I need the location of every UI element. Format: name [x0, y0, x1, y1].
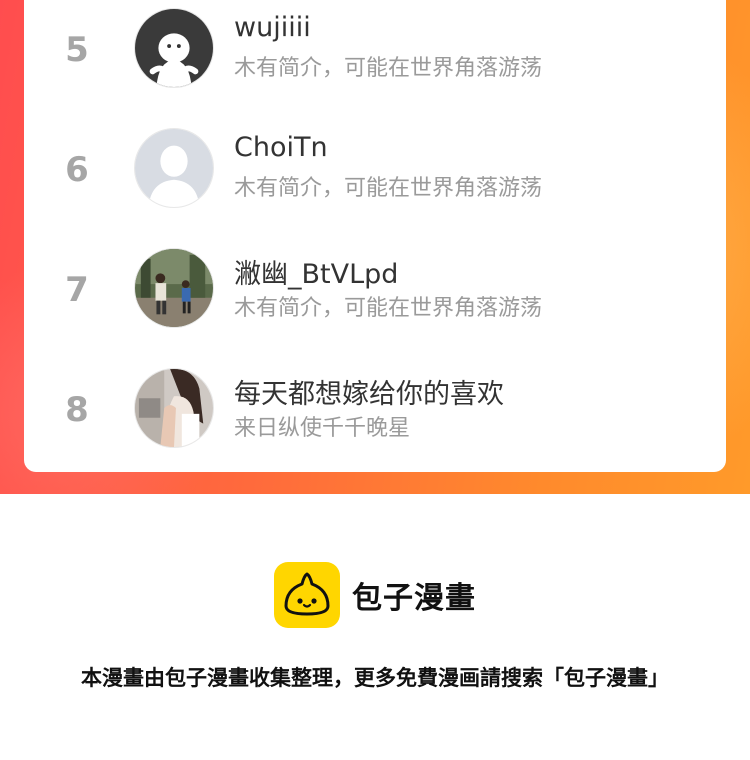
- user-name[interactable]: wujiiii: [234, 12, 311, 43]
- user-name[interactable]: ChoiTn: [234, 132, 328, 163]
- user-bio: 木有简介，可能在世界角落游荡: [234, 296, 543, 321]
- rank-number: 6: [65, 150, 89, 190]
- bun-logo-icon: [274, 562, 340, 628]
- user-name[interactable]: 潎幽_BtVLpd: [234, 252, 398, 291]
- user-bio: 木有简介，可能在世界角落游荡: [234, 176, 543, 201]
- photo-avatar-girl[interactable]: [134, 368, 214, 448]
- ranking-row[interactable]: 8 每天都想嫁给你的喜欢 来日纵使千千晚星: [24, 350, 726, 470]
- user-bio: 来日纵使千千晚星: [234, 416, 411, 441]
- user-name[interactable]: 每天都想嫁给你的喜欢: [234, 372, 504, 411]
- ghost-avatar[interactable]: [134, 8, 214, 88]
- user-bio: 木有简介，可能在世界角落游荡: [234, 56, 543, 81]
- footer-note: 本漫畫由包子漫畫收集整理，更多免費漫画請搜索「包子漫畫」: [81, 666, 669, 690]
- ranking-row[interactable]: 5 wujiiii 木有简介，可能在世界角落游荡: [24, 0, 726, 110]
- brand-logo[interactable]: 包子漫畫: [274, 562, 476, 628]
- ranking-banner: 5 wujiiii 木有简介，可能在世界角落游荡 6 ChoiTn 木有简介，可…: [0, 0, 750, 494]
- rank-number: 7: [65, 270, 89, 310]
- ranking-row[interactable]: 6 ChoiTn 木有简介，可能在世界角落游荡: [24, 110, 726, 230]
- rank-number: 5: [65, 30, 89, 70]
- ranking-row[interactable]: 7 潎幽_BtVLpd 木有简介，可能在世界角落游荡: [24, 230, 726, 350]
- ranking-card: 5 wujiiii 木有简介，可能在世界角落游荡 6 ChoiTn 木有简介，可…: [24, 0, 726, 472]
- rank-number: 8: [65, 390, 89, 430]
- photo-avatar-outdoor[interactable]: [134, 248, 214, 328]
- brand-name: 包子漫畫: [352, 581, 476, 616]
- default-user-avatar[interactable]: [134, 128, 214, 208]
